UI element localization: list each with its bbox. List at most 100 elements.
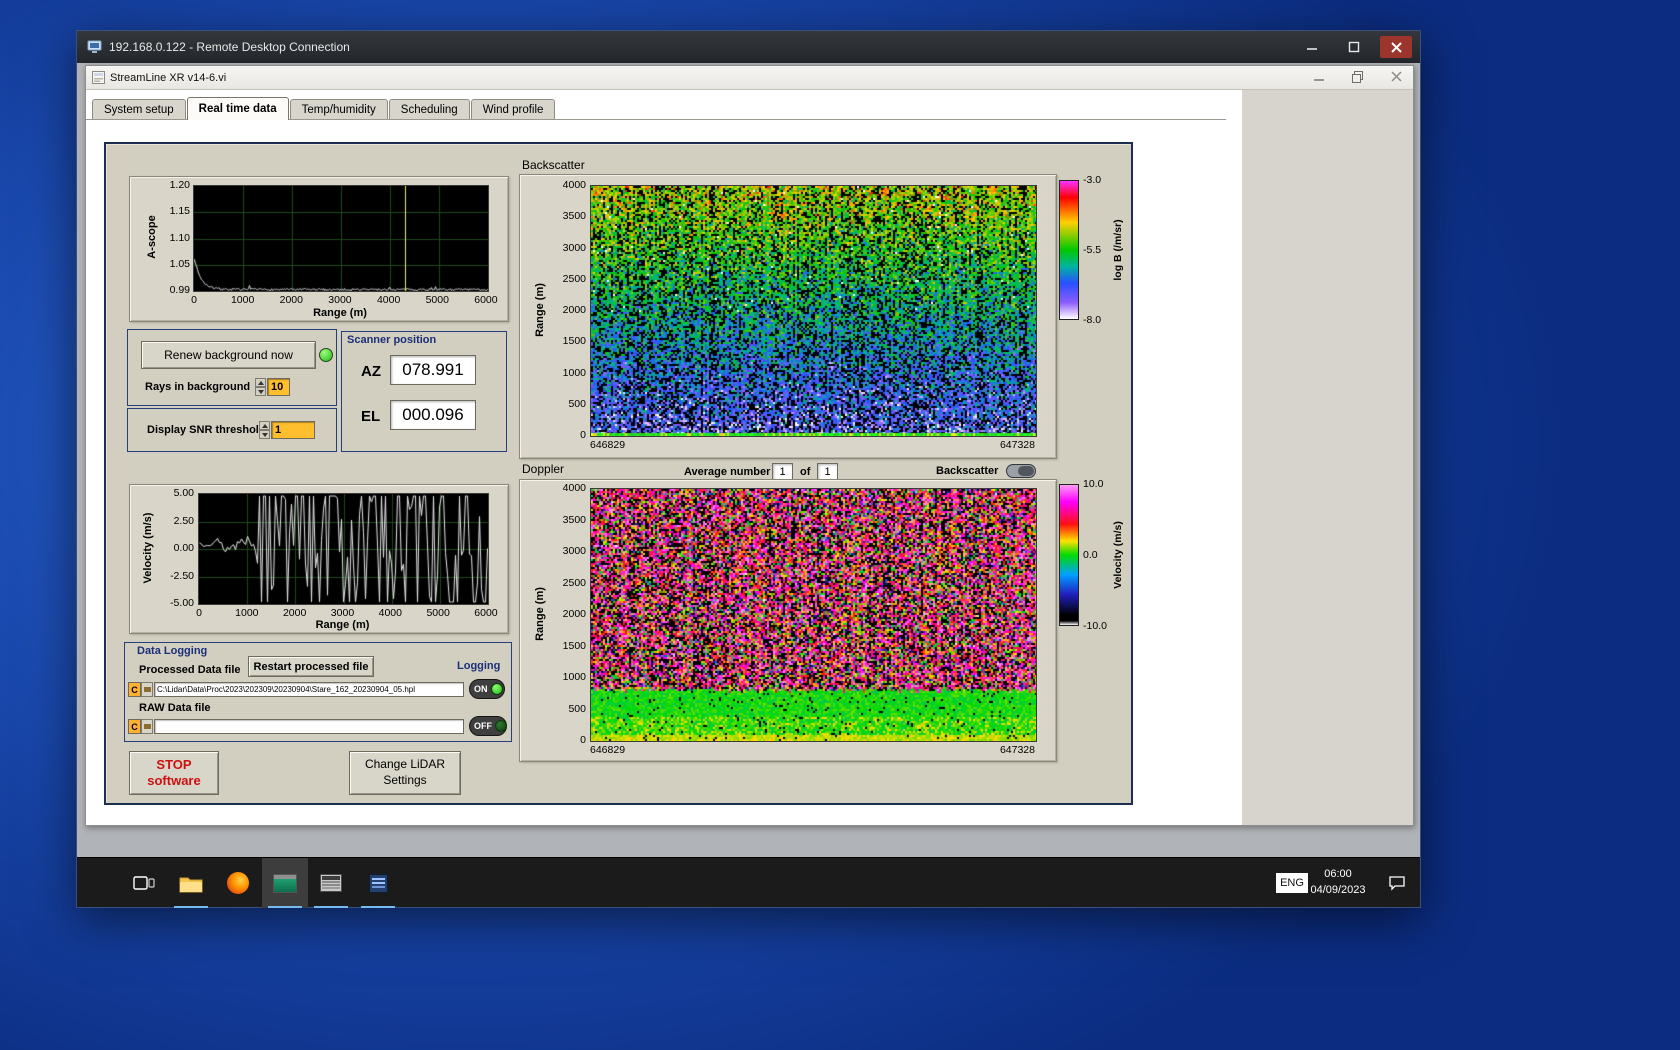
tick-label: 3000 [330, 607, 355, 619]
scanner-position-title: Scanner position [347, 334, 437, 346]
task-view-button[interactable] [121, 858, 167, 908]
doppler-x-start: 646829 [590, 744, 626, 756]
tab-label: Temp/humidity [301, 103, 376, 116]
doppler-title: Doppler [522, 462, 565, 476]
task-view-icon [133, 876, 155, 890]
el-label: EL [361, 408, 381, 425]
processed-data-file-label: Processed Data file [139, 664, 241, 676]
tick-label: 2.50 [173, 514, 194, 527]
tick-label: -2.50 [170, 569, 194, 582]
backscatter-colorbar-ticks: -3.0 -5.5 -8.0 [1083, 174, 1101, 326]
tab-system-setup[interactable]: System setup [92, 99, 186, 119]
processed-browse-icon[interactable] [141, 682, 153, 697]
tick-label: 0.0 [1083, 549, 1098, 561]
tick-label: -5.5 [1083, 244, 1102, 256]
raw-logging-toggle[interactable]: OFF [469, 716, 507, 736]
backscatter-ylabel: Range (m) [534, 283, 546, 337]
rdp-window: 192.168.0.122 - Remote Desktop Connectio… [76, 30, 1421, 908]
main-panel: A-scope 1.20 1.15 1.10 1.05 0.99 0 1000 2000 30… [104, 142, 1133, 805]
tab-label: Wind profile [482, 103, 544, 116]
tick-label: -10.0 [1083, 620, 1107, 632]
doppler-frame: Range (m) 4000 3500 3000 2500 2000 1500 1000 50… [519, 479, 1057, 762]
notification-center-button[interactable] [1388, 875, 1406, 896]
app-minimize-button[interactable] [1313, 70, 1325, 87]
velocity-xlabel: Range (m) [315, 619, 370, 631]
doppler-heatmap [590, 488, 1037, 742]
backscatter-doppler-toggle[interactable] [1006, 464, 1036, 478]
raw-path-field[interactable] [154, 719, 464, 734]
tick-label: 0 [580, 734, 586, 746]
tick-label: 0 [196, 607, 202, 619]
tab-scheduling[interactable]: Scheduling [388, 99, 470, 119]
tick-label: 6000 [474, 607, 498, 619]
tick-label: 1.10 [169, 231, 190, 244]
snr-group: Display SNR threshold 1 [127, 408, 337, 452]
tick-label: 0.00 [173, 542, 194, 554]
backscatter-heatmap [590, 185, 1037, 437]
velocity-frame: Velocity (m/s) 5.00 2.50 0.00 -2.50 -5.00 01… [129, 484, 509, 634]
tick-label: 2500 [562, 576, 586, 589]
remote-desktop: StreamLine XR v14-6.vi System setup Real… [77, 63, 1420, 908]
tick-label: 2000 [562, 304, 586, 316]
rays-stepper[interactable] [255, 378, 266, 396]
ascope-ytick-labels: 1.20 1.15 1.10 1.05 0.99 [156, 179, 190, 296]
taskbar: ENG 06:00 04/09/2023 [77, 857, 1420, 908]
change-lidar-settings-button[interactable]: Change LiDAR Settings [349, 751, 461, 795]
tick-label: 4000 [562, 179, 586, 191]
processed-logging-toggle[interactable]: ON [469, 679, 505, 699]
firefox-button[interactable] [215, 858, 261, 908]
snr-value-field[interactable]: 1 [271, 421, 315, 439]
velocity-ytick-labels: 5.00 2.50 0.00 -2.50 -5.00 [154, 487, 194, 609]
streamline-app-icon [273, 873, 297, 893]
velocity-ylabel: Velocity (m/s) [142, 512, 154, 584]
velocity-plot [198, 493, 489, 605]
backscatter-colorbar [1059, 180, 1079, 320]
clock-time: 06:00 [1324, 868, 1352, 880]
tick-label: 1000 [562, 671, 586, 683]
streamline-app-button[interactable] [262, 858, 308, 908]
tick-label: 5000 [426, 607, 450, 619]
raw-browse-icon[interactable] [141, 719, 153, 734]
tab-real-time-data[interactable]: Real time data [186, 97, 289, 120]
snr-stepper[interactable] [259, 421, 270, 439]
restart-processed-file-button[interactable]: Restart processed file [248, 656, 374, 677]
ascope-plot [193, 185, 489, 292]
app-titlebar[interactable]: StreamLine XR v14-6.vi [86, 66, 1413, 90]
tab-wind-profile[interactable]: Wind profile [470, 99, 556, 119]
tick-label: 1000 [562, 366, 586, 379]
doppler-ylabel: Range (m) [534, 587, 546, 641]
tick-label: 1.20 [169, 179, 190, 191]
app-client-area: System setup Real time data Temp/humidit… [86, 90, 1413, 825]
rdp-maximize-button[interactable] [1338, 36, 1370, 58]
app-close-button[interactable] [1390, 70, 1403, 87]
processed-path-field[interactable]: C:\Lidar\Data\Proc\2023\202309\20230904\… [154, 682, 464, 697]
doppler-ytick-labels: 4000 3500 3000 2500 2000 1500 1000 500 0 [548, 482, 586, 746]
tick-label: 5.00 [173, 487, 194, 499]
tick-label: 10.0 [1083, 478, 1104, 490]
rays-value-field[interactable]: 10 [267, 378, 290, 396]
scan-schedule-button[interactable] [308, 858, 354, 908]
tick-label: 2000 [279, 294, 303, 306]
rdp-title: 192.168.0.122 - Remote Desktop Connectio… [109, 40, 350, 54]
velocity-xtick-labels: 0 1000 2000 3000 4000 5000 6000 [181, 607, 504, 619]
rdp-minimize-button[interactable] [1296, 36, 1328, 58]
scan-schedule-icon [320, 874, 342, 892]
backscatter-title: Backscatter [522, 158, 585, 172]
tick-label: 1000 [230, 294, 255, 306]
file-list-button[interactable] [355, 858, 401, 908]
data-logging-group: Data Logging Processed Data file Restart… [124, 642, 512, 742]
clock-date: 04/09/2023 [1310, 883, 1366, 896]
tick-label: -3.0 [1083, 174, 1102, 186]
taskbar-clock[interactable]: 06:00 04/09/2023 [1298, 867, 1378, 899]
file-list-icon [368, 873, 388, 893]
file-explorer-button[interactable] [168, 858, 214, 908]
logging-label: Logging [457, 660, 501, 672]
app-restore-button[interactable] [1351, 70, 1364, 87]
renew-background-button[interactable]: Renew background now [141, 341, 316, 369]
snr-threshold-label: Display SNR threshold [147, 424, 266, 436]
tab-temp-humidity[interactable]: Temp/humidity [289, 99, 388, 119]
stop-software-button[interactable]: STOP software [129, 751, 219, 795]
tab-label: Real time data [198, 103, 277, 115]
rdp-titlebar[interactable]: 192.168.0.122 - Remote Desktop Connectio… [77, 31, 1420, 63]
rdp-close-button[interactable] [1380, 36, 1412, 58]
